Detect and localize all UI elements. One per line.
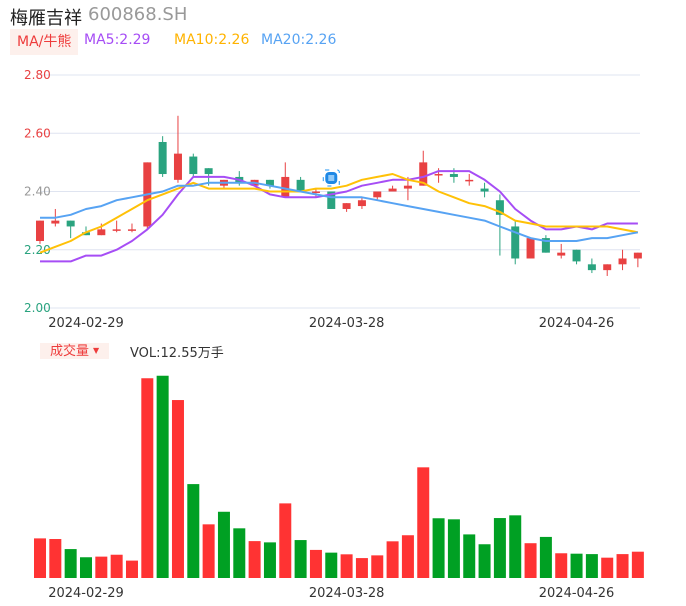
volume-bar bbox=[34, 538, 46, 578]
candle-down bbox=[296, 179, 305, 192]
x-tick-label: 2024-04-26 bbox=[539, 586, 615, 601]
volume-bar bbox=[463, 534, 476, 578]
volume-bar bbox=[49, 539, 62, 578]
volume-bar bbox=[371, 555, 384, 578]
volume-bar bbox=[601, 557, 614, 578]
x-tick-label: 2024-03-28 bbox=[309, 586, 385, 601]
candle-up bbox=[388, 188, 397, 192]
volume-bar bbox=[432, 518, 445, 578]
volume-bars bbox=[34, 375, 644, 578]
volume-bar bbox=[493, 518, 506, 578]
volume-date-axis: 2024-02-29 2024-03-28 2024-04-26 bbox=[48, 586, 614, 601]
x-tick-label: 2024-04-26 bbox=[539, 316, 615, 331]
y-tick-label: 2.00 bbox=[24, 301, 51, 315]
candle-up bbox=[342, 203, 351, 209]
candle-up bbox=[373, 191, 382, 198]
volume-bar bbox=[539, 536, 552, 578]
bull-bear-icon-inner bbox=[328, 175, 335, 181]
price-axis: 2.802.602.402.202.00 bbox=[24, 68, 51, 315]
candle-up bbox=[36, 220, 44, 242]
price-grid bbox=[40, 74, 640, 309]
volume-bar bbox=[417, 467, 430, 578]
volume-bar bbox=[616, 554, 629, 578]
candle-up bbox=[603, 264, 612, 271]
y-tick-label: 2.60 bbox=[24, 126, 51, 140]
candle-down bbox=[587, 264, 596, 271]
volume-bar bbox=[309, 549, 322, 578]
x-tick-label: 2024-03-28 bbox=[309, 316, 385, 331]
candle-down bbox=[66, 220, 75, 227]
candle-down bbox=[204, 168, 213, 175]
volume-bar bbox=[156, 375, 169, 578]
x-tick-label: 2024-02-29 bbox=[48, 586, 124, 601]
volume-bar bbox=[248, 541, 261, 578]
volume-bar bbox=[233, 528, 246, 578]
candle-up bbox=[357, 200, 366, 207]
volume-bar bbox=[340, 554, 353, 578]
volume-bar bbox=[279, 503, 292, 578]
volume-bar bbox=[187, 484, 200, 578]
volume-bar bbox=[171, 400, 184, 578]
volume-bar bbox=[401, 535, 414, 578]
candle-up bbox=[633, 252, 642, 259]
volume-bar bbox=[447, 519, 460, 578]
y-tick-label: 2.80 bbox=[24, 68, 51, 82]
x-tick-label: 2024-02-29 bbox=[48, 316, 124, 331]
volume-bar bbox=[64, 549, 77, 578]
volume-bar bbox=[585, 554, 598, 578]
candle-down bbox=[449, 174, 458, 177]
y-tick-label: 2.40 bbox=[24, 185, 51, 199]
volume-bar bbox=[110, 554, 123, 578]
candle-up bbox=[173, 153, 182, 180]
candle-up bbox=[618, 258, 627, 265]
candle-up bbox=[311, 191, 320, 193]
candle-up bbox=[434, 174, 443, 176]
candle-down bbox=[189, 156, 198, 175]
volume-bar bbox=[217, 511, 230, 578]
volume-bar bbox=[95, 556, 108, 578]
volume-bar bbox=[570, 553, 583, 578]
volume-bar bbox=[325, 552, 338, 578]
volume-bar bbox=[125, 560, 138, 578]
volume-bar bbox=[141, 378, 154, 578]
volume-bar bbox=[79, 557, 92, 578]
volume-bar bbox=[386, 541, 399, 578]
volume-bar bbox=[524, 543, 537, 578]
volume-bar bbox=[263, 542, 276, 578]
candle-up bbox=[403, 185, 412, 189]
date-axis: 2024-02-29 2024-03-28 2024-04-26 bbox=[48, 316, 614, 331]
candle-down bbox=[158, 141, 167, 175]
volume-bar bbox=[294, 540, 307, 578]
candle-up bbox=[557, 252, 566, 256]
volume-bar bbox=[555, 553, 568, 578]
volume-bar bbox=[202, 524, 215, 578]
volume-bar bbox=[509, 515, 522, 578]
candle-up bbox=[97, 229, 106, 236]
kline-chart[interactable]: 2.802.602.402.202.00 2024-02-29 2024-03-2… bbox=[0, 0, 686, 606]
volume-bar bbox=[631, 551, 644, 578]
volume-bar bbox=[355, 558, 368, 578]
candle-down bbox=[572, 249, 581, 262]
candle-up bbox=[51, 220, 60, 224]
candle-down bbox=[480, 188, 489, 192]
bull-bear-marker[interactable] bbox=[322, 169, 340, 187]
candle-up bbox=[465, 179, 474, 182]
candle-up bbox=[127, 229, 136, 231]
candle-up bbox=[526, 238, 535, 259]
candle-up bbox=[112, 229, 121, 231]
volume-bar bbox=[478, 544, 491, 578]
candles bbox=[36, 115, 642, 276]
